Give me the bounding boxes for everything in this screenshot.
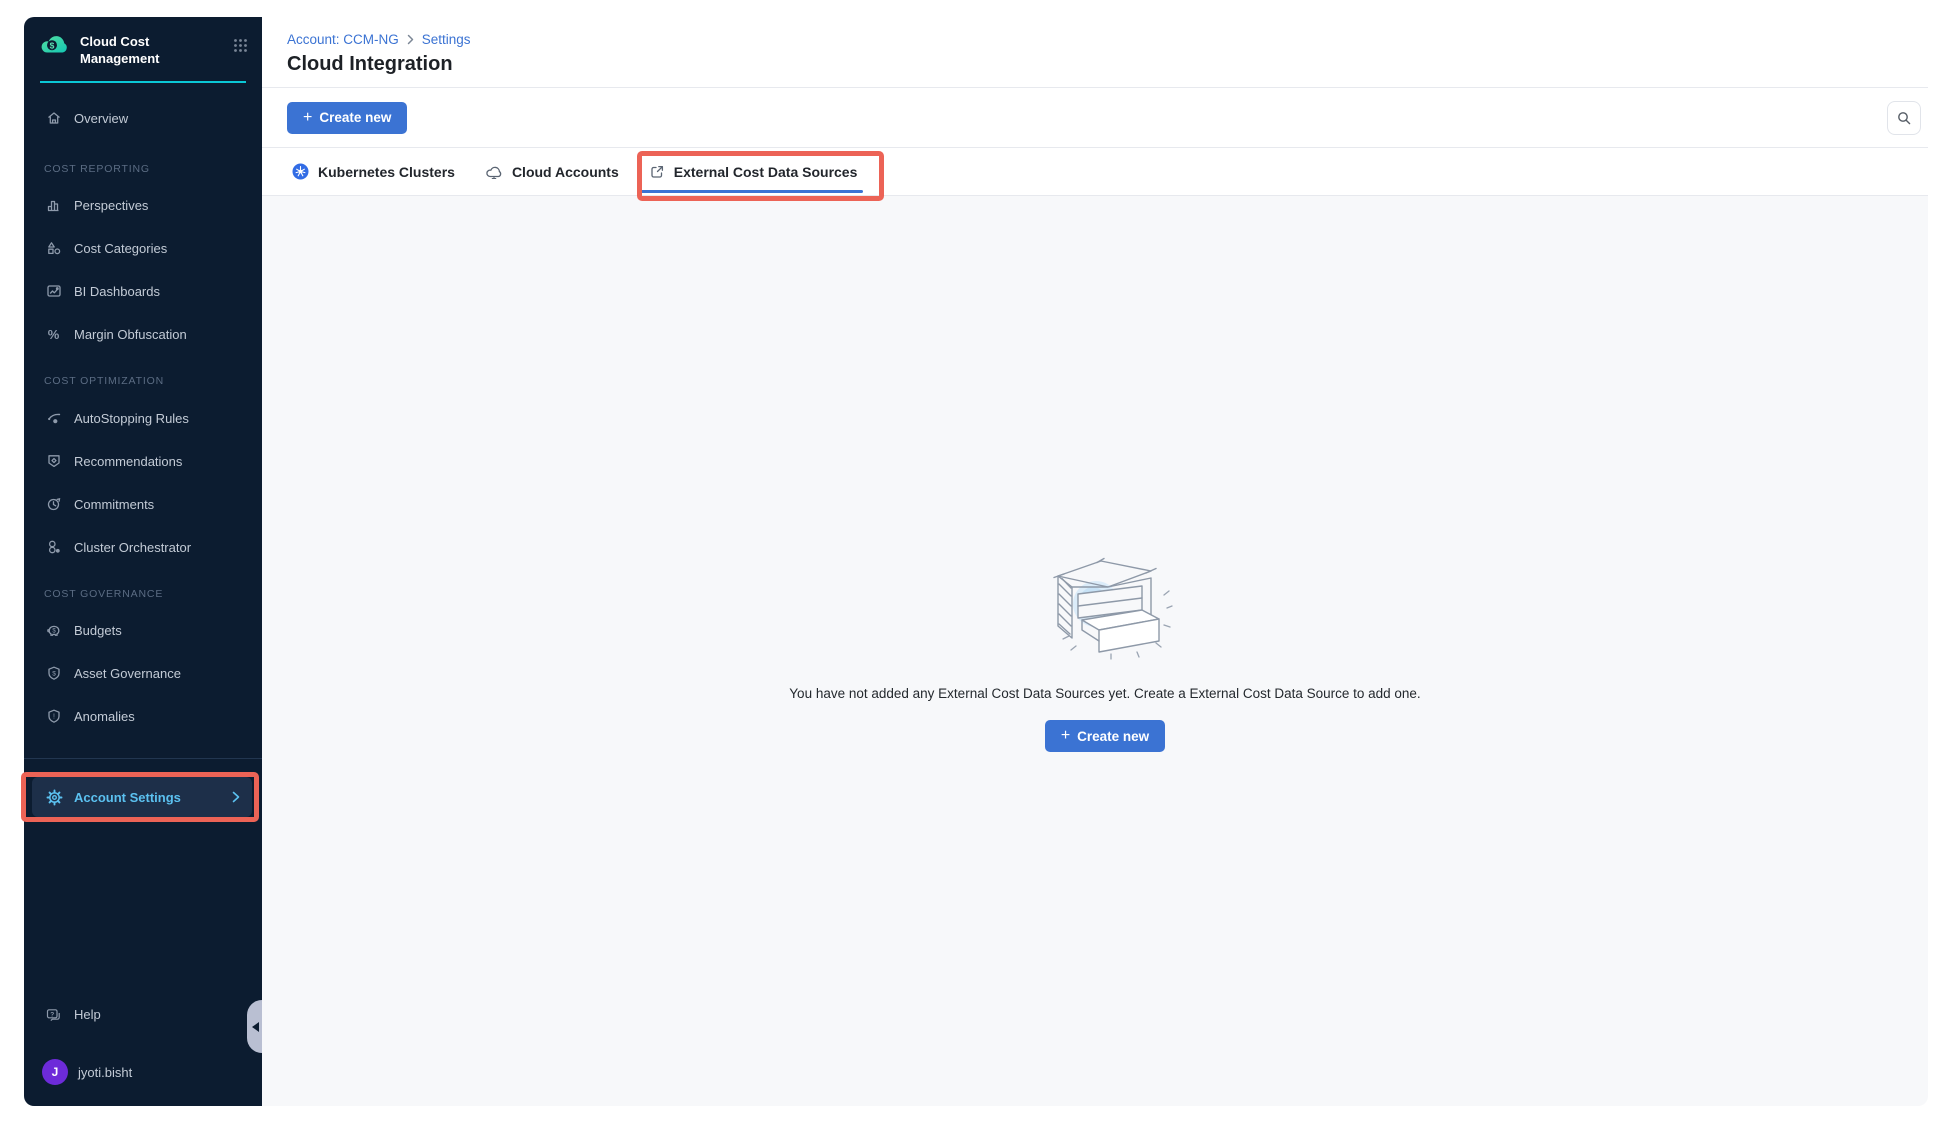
autostopping-icon — [44, 410, 63, 427]
sidebar-item-label: Margin Obfuscation — [74, 327, 187, 342]
sidebar-section-cost-reporting: COST REPORTING — [24, 163, 262, 176]
sidebar-item-label: Commitments — [74, 497, 154, 512]
sidebar-item-help[interactable]: ? Help — [24, 1006, 101, 1023]
sidebar-header: $ Cloud Cost Management — [24, 17, 262, 68]
sidebar-item-label: Anomalies — [74, 709, 135, 724]
app-grid-icon[interactable] — [233, 38, 248, 53]
sidebar-item-anomalies[interactable]: ! Anomalies — [24, 704, 262, 728]
brand-title: Cloud Cost Management — [80, 32, 223, 68]
svg-text:$: $ — [52, 670, 56, 677]
search-icon — [1896, 110, 1912, 126]
main-panel: Account: CCM-NG Settings Cloud Integrati… — [262, 17, 1928, 1106]
tab-label: External Cost Data Sources — [674, 164, 858, 180]
clock-refresh-icon — [44, 496, 63, 513]
dashboard-icon — [44, 283, 63, 300]
shield-dollar-icon: $ — [44, 665, 63, 682]
sidebar-item-margin-obfuscation[interactable]: % Margin Obfuscation — [24, 322, 262, 346]
breadcrumb-separator-icon — [407, 34, 414, 45]
empty-state-message: You have not added any External Cost Dat… — [789, 686, 1420, 701]
sidebar-collapse-handle[interactable] — [247, 1000, 262, 1053]
collapse-left-icon — [252, 1022, 259, 1032]
sidebar-item-perspectives[interactable]: Perspectives — [24, 193, 262, 217]
sidebar-item-overview[interactable]: Overview — [24, 106, 262, 130]
cloud-dollar-icon: $ — [40, 32, 70, 55]
sidebar-item-label: Cost Categories — [74, 241, 167, 256]
breadcrumb-account-link[interactable]: Account: CCM-NG — [287, 32, 399, 47]
sidebar-divider — [24, 758, 262, 759]
help-chat-icon: ? — [44, 1006, 63, 1023]
sidebar-item-label: AutoStopping Rules — [74, 411, 189, 426]
home-icon — [44, 110, 63, 127]
tab-cloud-accounts[interactable]: Cloud Accounts — [485, 148, 619, 195]
create-new-label: Create new — [319, 110, 391, 125]
sidebar-item-label: BI Dashboards — [74, 284, 160, 299]
sidebar-item-commitments[interactable]: Commitments — [24, 492, 262, 516]
chevron-right-icon — [232, 791, 240, 803]
external-source-icon — [649, 164, 665, 180]
app-window: $ Cloud Cost Management Overview COST — [24, 17, 1928, 1106]
sidebar-item-label: Budgets — [74, 623, 122, 638]
tab-external-cost-data-sources[interactable]: External Cost Data Sources — [649, 148, 858, 195]
page-header: Account: CCM-NG Settings Cloud Integrati… — [262, 17, 1928, 88]
avatar: J — [42, 1059, 68, 1085]
open-drawer-sketch-illustration — [1038, 548, 1173, 660]
user-menu[interactable]: J jyoti.bisht — [24, 1059, 132, 1085]
toolbar: + Create new — [262, 88, 1928, 148]
sidebar-item-autostopping-rules[interactable]: AutoStopping Rules — [24, 406, 262, 430]
content-area: You have not added any External Cost Dat… — [262, 196, 1928, 1106]
svg-text:$: $ — [52, 629, 56, 635]
help-label: Help — [74, 1007, 101, 1022]
sidebar-item-label: Account Settings — [74, 790, 181, 805]
sidebar-section-cost-optimization: COST OPTIMIZATION — [24, 375, 262, 388]
empty-create-new-button[interactable]: + Create new — [1045, 720, 1165, 752]
svg-text:?: ? — [50, 1011, 54, 1018]
kubernetes-icon — [292, 163, 309, 180]
cluster-orchestrator-icon — [44, 539, 63, 556]
sidebar-item-budgets[interactable]: $ Budgets — [24, 618, 262, 642]
module-accent-line — [40, 81, 246, 83]
tab-label: Kubernetes Clusters — [318, 164, 455, 180]
tab-kubernetes-clusters[interactable]: Kubernetes Clusters — [292, 148, 455, 195]
plus-icon: + — [303, 110, 312, 126]
sidebar-item-account-settings[interactable]: Account Settings — [32, 777, 252, 817]
sidebar-item-cluster-orchestrator[interactable]: Cluster Orchestrator — [24, 535, 262, 559]
tab-bar: Kubernetes Clusters Cloud Accounts — [262, 148, 1928, 196]
bar-chart-icon — [44, 197, 63, 214]
svg-text:!: ! — [53, 714, 55, 721]
page-title: Cloud Integration — [287, 53, 1928, 76]
sidebar-item-bi-dashboards[interactable]: BI Dashboards — [24, 279, 262, 303]
sidebar-item-label: Cluster Orchestrator — [74, 540, 191, 555]
sidebar-item-label: Recommendations — [74, 454, 182, 469]
cloud-icon — [485, 164, 503, 180]
gear-icon — [45, 789, 64, 806]
tab-label: Cloud Accounts — [512, 164, 619, 180]
plus-icon: + — [1061, 728, 1070, 744]
svg-text:$: $ — [50, 40, 55, 50]
percent-icon: % — [44, 326, 63, 343]
sidebar-item-cost-categories[interactable]: Cost Categories — [24, 236, 262, 260]
sidebar-item-label: Perspectives — [74, 198, 148, 213]
sidebar: $ Cloud Cost Management Overview COST — [24, 17, 262, 1106]
shapes-icon — [44, 240, 63, 257]
piggy-bank-icon: $ — [44, 622, 63, 639]
create-new-label: Create new — [1077, 729, 1149, 744]
sidebar-item-label: Asset Governance — [74, 666, 181, 681]
create-new-button[interactable]: + Create new — [287, 102, 407, 134]
recommendation-tag-icon — [44, 453, 63, 470]
search-button[interactable] — [1887, 101, 1921, 135]
breadcrumb-settings-link[interactable]: Settings — [422, 32, 471, 47]
sidebar-item-asset-governance[interactable]: $ Asset Governance — [24, 661, 262, 685]
sidebar-item-label: Overview — [74, 111, 128, 126]
breadcrumb: Account: CCM-NG Settings — [287, 32, 1928, 47]
sidebar-item-recommendations[interactable]: Recommendations — [24, 449, 262, 473]
shield-alert-icon: ! — [44, 708, 63, 725]
username: jyoti.bisht — [78, 1065, 132, 1080]
sidebar-section-cost-governance: COST GOVERNANCE — [24, 588, 262, 601]
